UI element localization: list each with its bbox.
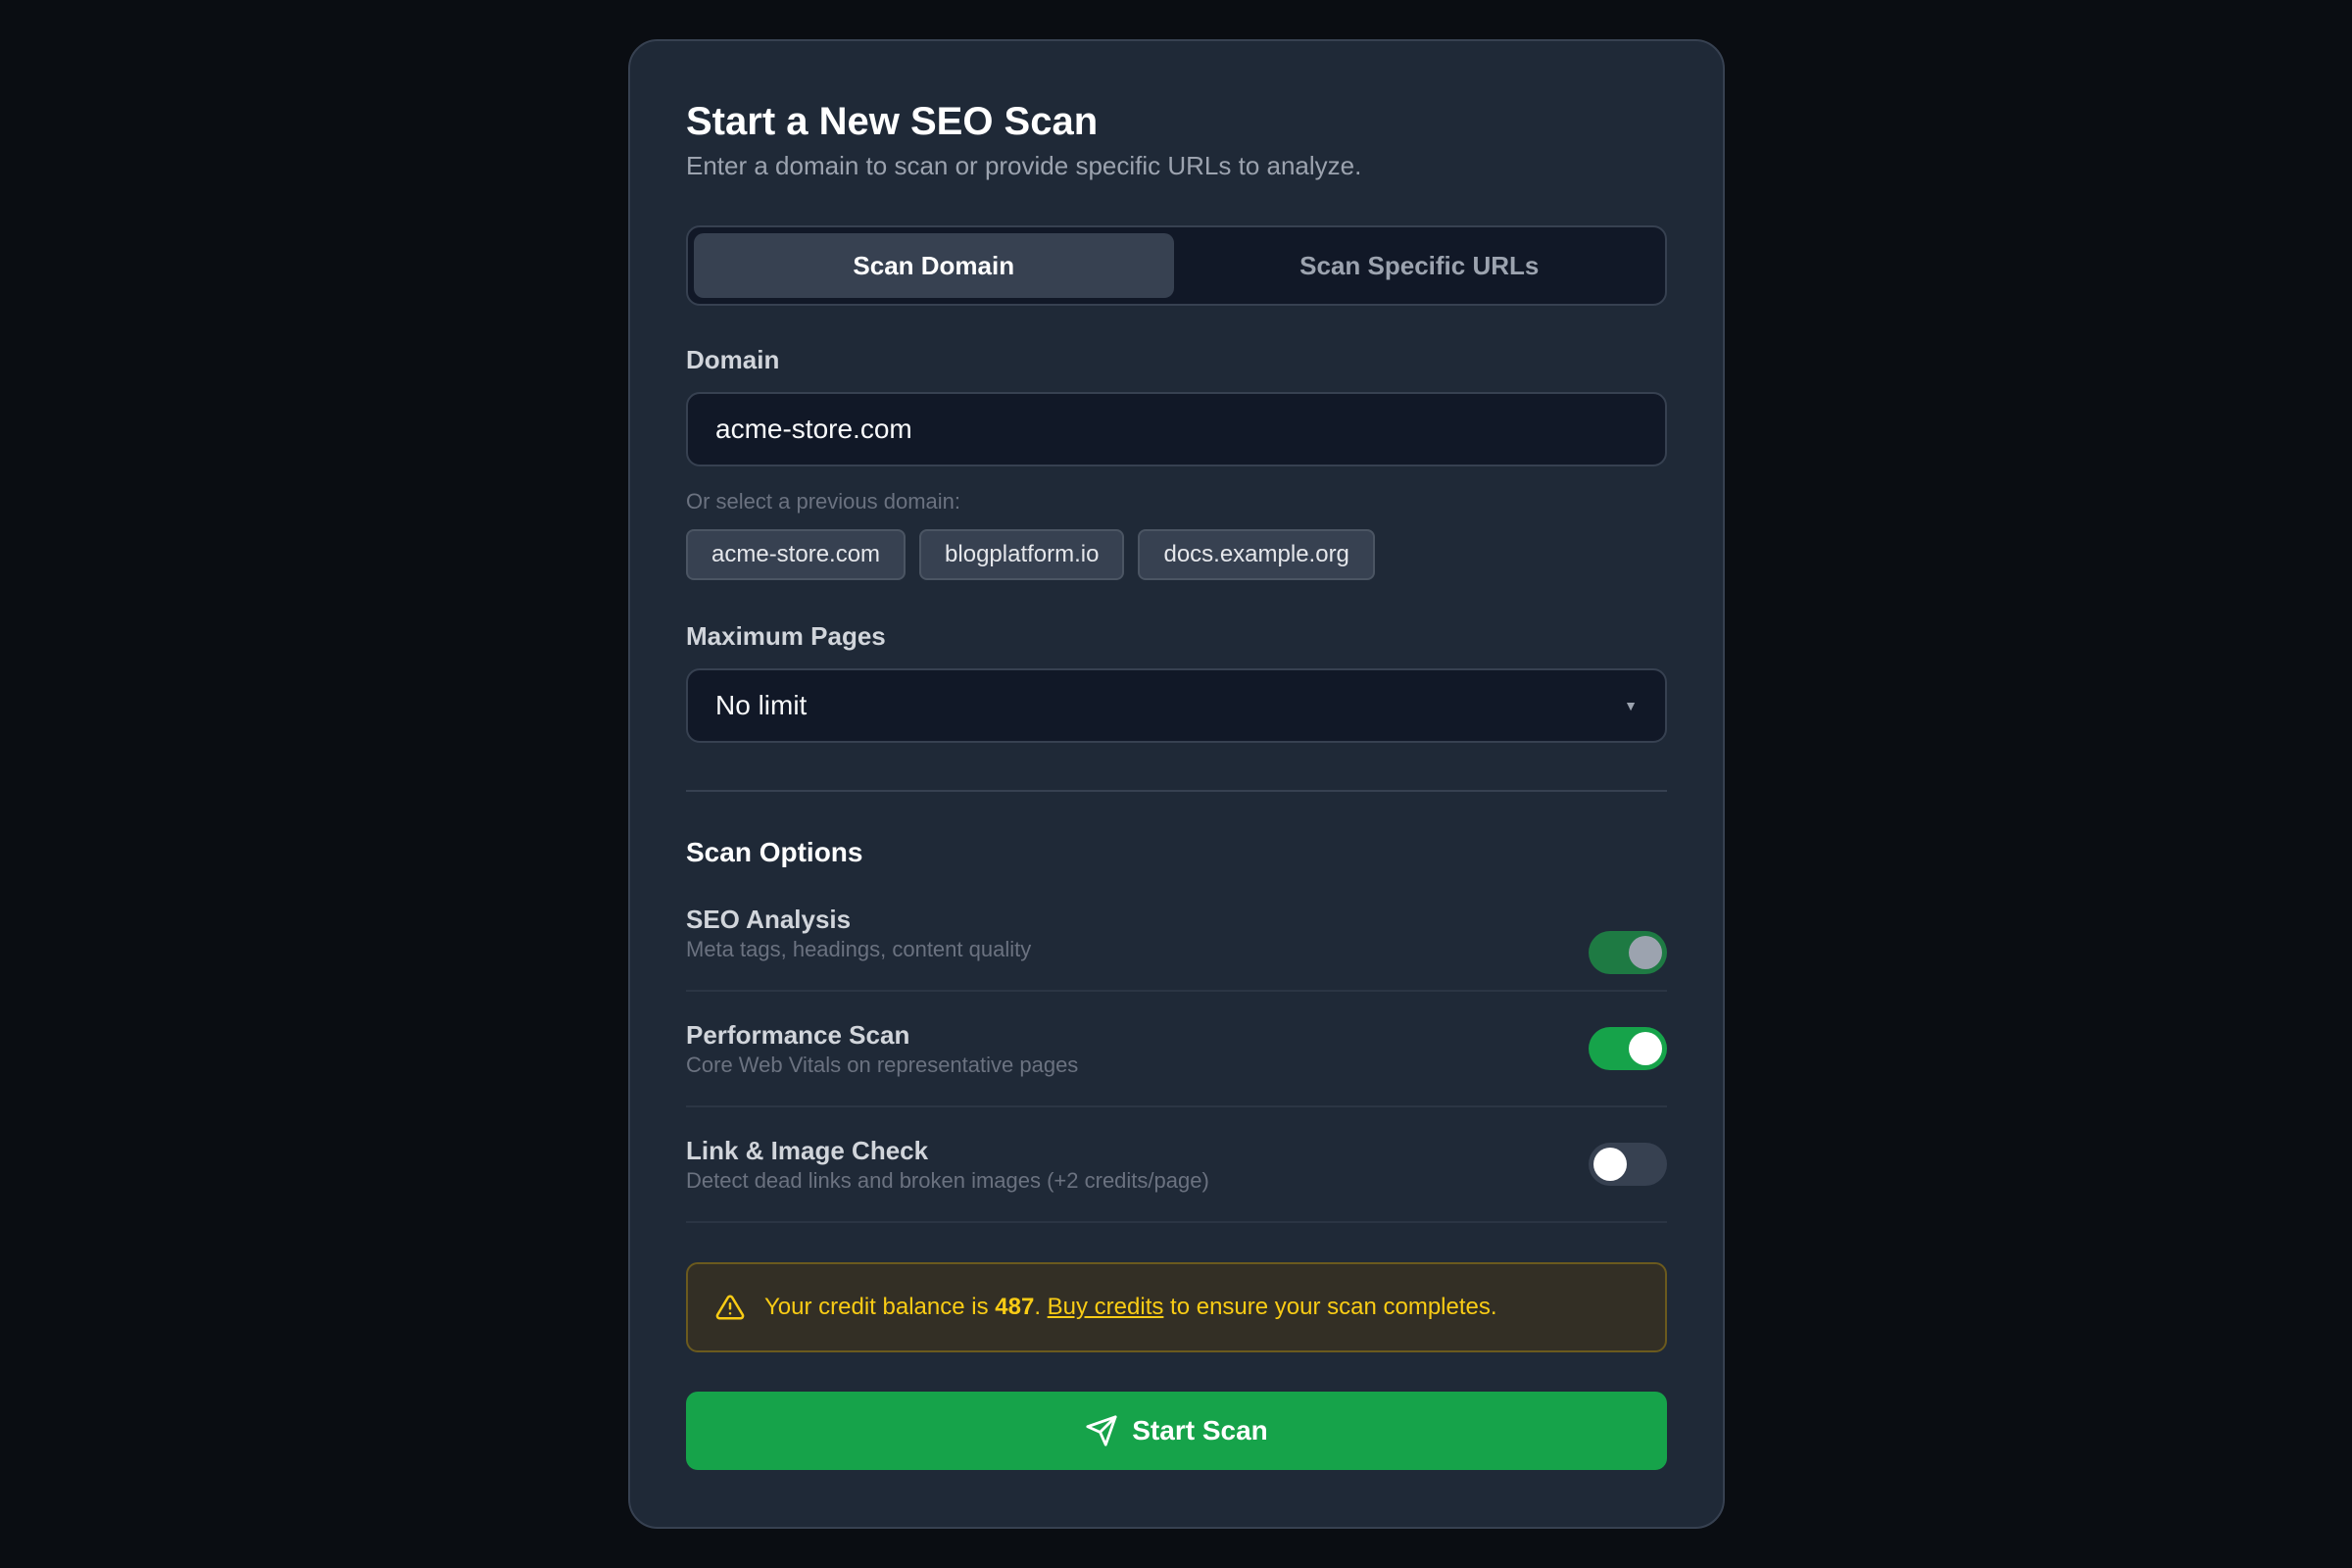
previous-domain-chip[interactable]: docs.example.org [1138,529,1375,580]
scan-options-title: Scan Options [686,837,863,867]
performance-scan-toggle[interactable] [1589,1027,1667,1070]
toggle-knob [1629,1032,1662,1065]
option-description: Detect dead links and broken images (+2 … [686,1167,1209,1193]
start-scan-label: Start Scan [1132,1415,1268,1446]
previous-domain-hint: Or select a previous domain: [686,489,961,514]
option-link-image-check: Link & Image Check Detect dead links and… [686,1107,1667,1223]
previous-domain-list: acme-store.com blogplatform.io docs.exam… [686,529,1667,580]
credit-warning-alert: Your credit balance is 487. Buy credits … [686,1262,1667,1352]
link-image-check-toggle[interactable] [1589,1143,1667,1186]
credit-balance: 487 [995,1294,1035,1320]
warning-icon [715,1295,745,1320]
toggle-knob [1593,1148,1627,1181]
max-pages-label: Maximum Pages [686,621,886,651]
option-title: Performance Scan [686,1019,910,1050]
max-pages-select[interactable]: No limit ▼ [686,668,1667,743]
toggle-knob [1629,936,1662,969]
scan-card: Start a New SEO Scan Enter a domain to s… [628,39,1725,1529]
tab-scan-specific-urls[interactable]: Scan Specific URLs [1180,233,1660,298]
domain-input[interactable]: acme-store.com [686,392,1667,466]
buy-credits-link[interactable]: Buy credits [1048,1294,1164,1320]
alert-text: Your credit balance is 487. Buy credits … [764,1294,1497,1320]
scan-options-list: SEO Analysis Meta tags, headings, conten… [686,904,1667,1223]
tab-scan-domain[interactable]: Scan Domain [694,233,1174,298]
send-icon [1086,1415,1117,1446]
option-title: SEO Analysis [686,905,852,934]
option-description: Core Web Vitals on representative pages [686,1052,1079,1077]
option-title: Link & Image Check [686,1135,929,1165]
scan-mode-tabs: Scan Domain Scan Specific URLs [686,225,1667,306]
divider [686,790,1667,792]
option-seo-analysis: SEO Analysis Meta tags, headings, conten… [686,904,1667,992]
page-title: Start a New SEO Scan [686,100,1099,143]
seo-analysis-toggle[interactable] [1589,931,1667,974]
option-description: Meta tags, headings, content quality [686,937,1032,961]
domain-label: Domain [686,345,780,374]
previous-domain-chip[interactable]: blogplatform.io [919,529,1125,580]
option-performance-scan: Performance Scan Core Web Vitals on repr… [686,992,1667,1107]
max-pages-value: No limit [715,690,808,720]
start-scan-button[interactable]: Start Scan [686,1392,1667,1470]
chevron-down-icon: ▼ [1624,698,1638,713]
previous-domain-chip[interactable]: acme-store.com [686,529,906,580]
page-subtitle: Enter a domain to scan or provide specif… [686,151,1362,180]
